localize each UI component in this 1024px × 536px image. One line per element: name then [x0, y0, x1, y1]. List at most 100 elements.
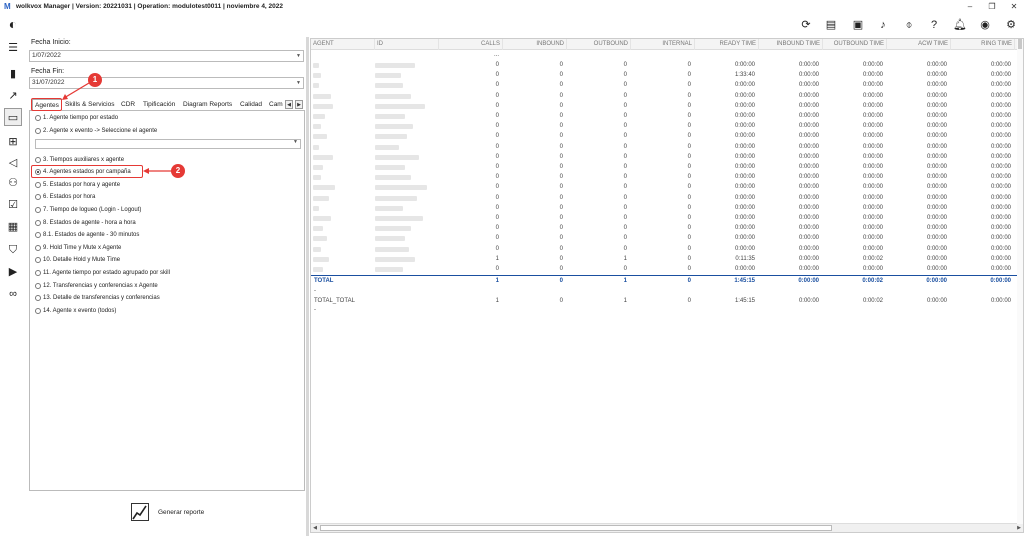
- close-button[interactable]: ✕: [1006, 0, 1022, 13]
- option-6[interactable]: 6. Estados por hora: [35, 192, 95, 202]
- option-8-1[interactable]: 8.1. Estados de agente - 30 minutos: [35, 230, 139, 240]
- panel-splitter[interactable]: [306, 37, 309, 536]
- flow-icon[interactable]: ⊞: [4, 133, 22, 151]
- col-outbound-time[interactable]: OUTBOUND TIME: [823, 39, 887, 50]
- table-row[interactable]: 0 0 0 0 0:00:00 0:00:00 0:00:00 0:00:00 0:00:00: [311, 80, 1023, 90]
- trend-chart-icon[interactable]: ↗: [4, 87, 22, 105]
- bar-chart-icon[interactable]: ▮: [4, 65, 22, 83]
- table-row[interactable]: 0 0 0 0 0:00:00 0:00:00 0:00:00 0:00:00 0:00:00: [311, 131, 1023, 141]
- table-row[interactable]: 0 0 0 0 0:00:00 0:00:00 0:00:00 0:00:00 0:00:00: [311, 121, 1023, 131]
- col-inbound-time[interactable]: INBOUND TIME: [759, 39, 823, 50]
- table-row[interactable]: 0 0 0 0 0:00:00 0:00:00 0:00:00 0:00:00 0:00:00: [311, 172, 1023, 182]
- table-row[interactable]: 0 0 0 0 0:00:00 0:00:00 0:00:00 0:00:00 0:00:00: [311, 203, 1023, 213]
- table-icon[interactable]: ▦: [4, 218, 22, 236]
- shield-icon[interactable]: ⛉: [4, 241, 22, 259]
- refresh-icon[interactable]: ⟳: [797, 16, 815, 34]
- table-row[interactable]: 0 0 0 0 0:00:00 0:00:00 0:00:00 0:00:00 0:00:00: [311, 101, 1023, 111]
- scroll-left-icon[interactable]: ◀: [311, 524, 319, 532]
- option-9[interactable]: 9. Hold Time y Mute x Agente: [35, 243, 121, 253]
- table-row[interactable]: 0 0 0 0 0:00:00 0:00:00 0:00:00 0:00:00 0:00:00: [311, 152, 1023, 162]
- option-13[interactable]: 13. Detalle de transferencias y conferen…: [35, 293, 160, 303]
- generate-report-button[interactable]: Generar reporte: [131, 503, 204, 521]
- option-2[interactable]: 2. Agente x evento -> Seleccione el agen…: [35, 126, 157, 136]
- option-3[interactable]: 3. Tiempos auxiliares x agente: [35, 155, 124, 165]
- gear-icon[interactable]: ⚙: [1002, 16, 1020, 34]
- table-row[interactable]: 0 0 0 0 0:00:00 0:00:00 0:00:00 0:00:00 0:00:00: [311, 162, 1023, 172]
- col-calls[interactable]: CALLS: [439, 39, 503, 50]
- megaphone-icon[interactable]: ◁: [4, 154, 22, 172]
- table-row[interactable]: ...: [311, 50, 1023, 60]
- vertical-scrollbar[interactable]: [1017, 39, 1023, 524]
- help-icon[interactable]: ?: [925, 16, 943, 34]
- minimize-button[interactable]: –: [962, 0, 978, 13]
- microphone-icon[interactable]: ⌽: [900, 16, 918, 34]
- horizontal-scrollbar[interactable]: ◀ ▶: [311, 523, 1023, 532]
- col-id[interactable]: ID: [375, 39, 439, 50]
- checklist-icon[interactable]: ☑: [4, 196, 22, 214]
- users-icon[interactable]: ⚇: [4, 174, 22, 192]
- total-row[interactable]: TOTAL 1 0 1 0 1:45:15 0:00:00 0:00:02 0:00:00 0:0…: [311, 276, 1023, 286]
- scroll-right-icon[interactable]: ▶: [1015, 524, 1023, 532]
- col-ring-time[interactable]: RING TIME: [951, 39, 1015, 50]
- document-icon[interactable]: ▭: [4, 108, 22, 126]
- option-1[interactable]: 1. Agente tiempo por estado: [35, 113, 118, 123]
- col-inbound[interactable]: INBOUND: [503, 39, 567, 50]
- scroll-thumb[interactable]: [1018, 39, 1022, 49]
- table-row[interactable]: 0 0 0 0 0:00:00 0:00:00 0:00:00 0:00:00 0:00:00: [311, 223, 1023, 233]
- contact-card-icon[interactable]: ▣: [849, 16, 867, 34]
- tab-calidad[interactable]: Calidad: [240, 99, 262, 111]
- table-cell: 0:00:00: [926, 266, 947, 272]
- redacted-id: [375, 175, 411, 181]
- col-internal[interactable]: INTERNAL: [631, 39, 695, 50]
- option-5[interactable]: 5. Estados por hora y agente: [35, 180, 120, 190]
- table-row[interactable]: 0 0 0 0 0:00:00 0:00:00 0:00:00 0:00:00 0:00:00: [311, 182, 1023, 192]
- table-row[interactable]: 0 0 0 0 0:00:00 0:00:00 0:00:00 0:00:00 0:00:00: [311, 233, 1023, 243]
- fecha-inicio-field[interactable]: 1/07/2022 ▼: [29, 50, 304, 62]
- tab-campana[interactable]: Cam: [269, 99, 285, 111]
- redacted-agent: [313, 134, 327, 140]
- agent-select[interactable]: ▼: [35, 139, 301, 149]
- option-11[interactable]: 11. Agente tiempo por estado agrupado po…: [35, 268, 170, 278]
- scroll-thumb[interactable]: [320, 525, 832, 531]
- col-ready-time[interactable]: READY TIME: [695, 39, 759, 50]
- table-row[interactable]: 0 0 0 0 0:00:00 0:00:00 0:00:00 0:00:00 0:00:00: [311, 213, 1023, 223]
- table-row[interactable]: 0 0 0 0 1:33:40 0:00:00 0:00:00 0:00:00 0:00:00: [311, 70, 1023, 80]
- option-12[interactable]: 12. Transferencias y conferencias x Agen…: [35, 281, 158, 291]
- option-10[interactable]: 10. Detalle Hold y Mute Time: [35, 255, 120, 265]
- col-agent[interactable]: AGENT: [311, 39, 375, 50]
- table-cell: 0: [687, 225, 691, 232]
- table-row[interactable]: 0 0 0 0 0:00:00 0:00:00 0:00:00 0:00:00 0:00:00: [311, 244, 1023, 254]
- table-row[interactable]: 0 0 0 0 0:00:00 0:00:00 0:00:00 0:00:00 0:00:00: [311, 60, 1023, 70]
- redacted-agent: [313, 93, 331, 99]
- video-icon[interactable]: ▶: [4, 263, 22, 281]
- tab-cdr[interactable]: CDR: [121, 99, 135, 111]
- table-row[interactable]: 0 0 0 0 0:00:00 0:00:00 0:00:00 0:00:00 0:00:00: [311, 264, 1023, 274]
- tab-scroll-right-icon[interactable]: ▶: [295, 100, 303, 109]
- option-14[interactable]: 14. Agente x evento (todos): [35, 306, 116, 316]
- table-row[interactable]: 0 0 0 0 0:00:00 0:00:00 0:00:00 0:00:00 0:00:00: [311, 142, 1023, 152]
- table-cell: 0: [559, 153, 563, 160]
- menu-icon[interactable]: ☰: [4, 39, 22, 57]
- tab-scroll-left-icon[interactable]: ◀: [285, 100, 293, 109]
- table-row[interactable]: 0 0 0 0 0:00:00 0:00:00 0:00:00 0:00:00 0:00:00: [311, 193, 1023, 203]
- table-row[interactable]: 1 0 1 0 0:11:35 0:00:00 0:00:02 0:00:00 0:00:00: [311, 254, 1023, 264]
- table-cell: 0:00:00: [734, 245, 755, 252]
- option-7[interactable]: 7. Tiempo de logueo (Login - Logout): [35, 205, 141, 215]
- tab-tipificacion[interactable]: Tipificación: [143, 99, 175, 111]
- news-icon[interactable]: ▤: [822, 16, 840, 34]
- col-outbound[interactable]: OUTBOUND: [567, 39, 631, 50]
- bell-icon[interactable]: 🔔︎: [951, 16, 969, 34]
- music-note-icon[interactable]: ♪: [874, 16, 892, 34]
- maximize-button[interactable]: ❐: [984, 0, 1000, 13]
- option-8[interactable]: 8. Estados de agente - hora a hora: [35, 218, 136, 228]
- table-row[interactable]: 0 0 0 0 0:00:00 0:00:00 0:00:00 0:00:00 0:00:00: [311, 111, 1023, 121]
- voicemail-icon[interactable]: ∞: [4, 285, 22, 303]
- total-total-row[interactable]: TOTAL_TOTAL 1 0 1 0 1:45:15 0:00:00 0:00:02 0:00…: [311, 296, 1023, 306]
- tab-diagram-reports[interactable]: Diagram Reports: [183, 99, 232, 111]
- col-acw-time[interactable]: ACW TIME: [887, 39, 951, 50]
- table-cell: 0: [687, 194, 691, 201]
- table-row[interactable]: 0 0 0 0 0:00:00 0:00:00 0:00:00 0:00:00 0:00:00: [311, 91, 1023, 101]
- user-circle-icon[interactable]: ◉: [976, 16, 994, 34]
- table-cell: 0:00:00: [990, 298, 1011, 305]
- avatar-icon[interactable]: ◐: [4, 15, 22, 33]
